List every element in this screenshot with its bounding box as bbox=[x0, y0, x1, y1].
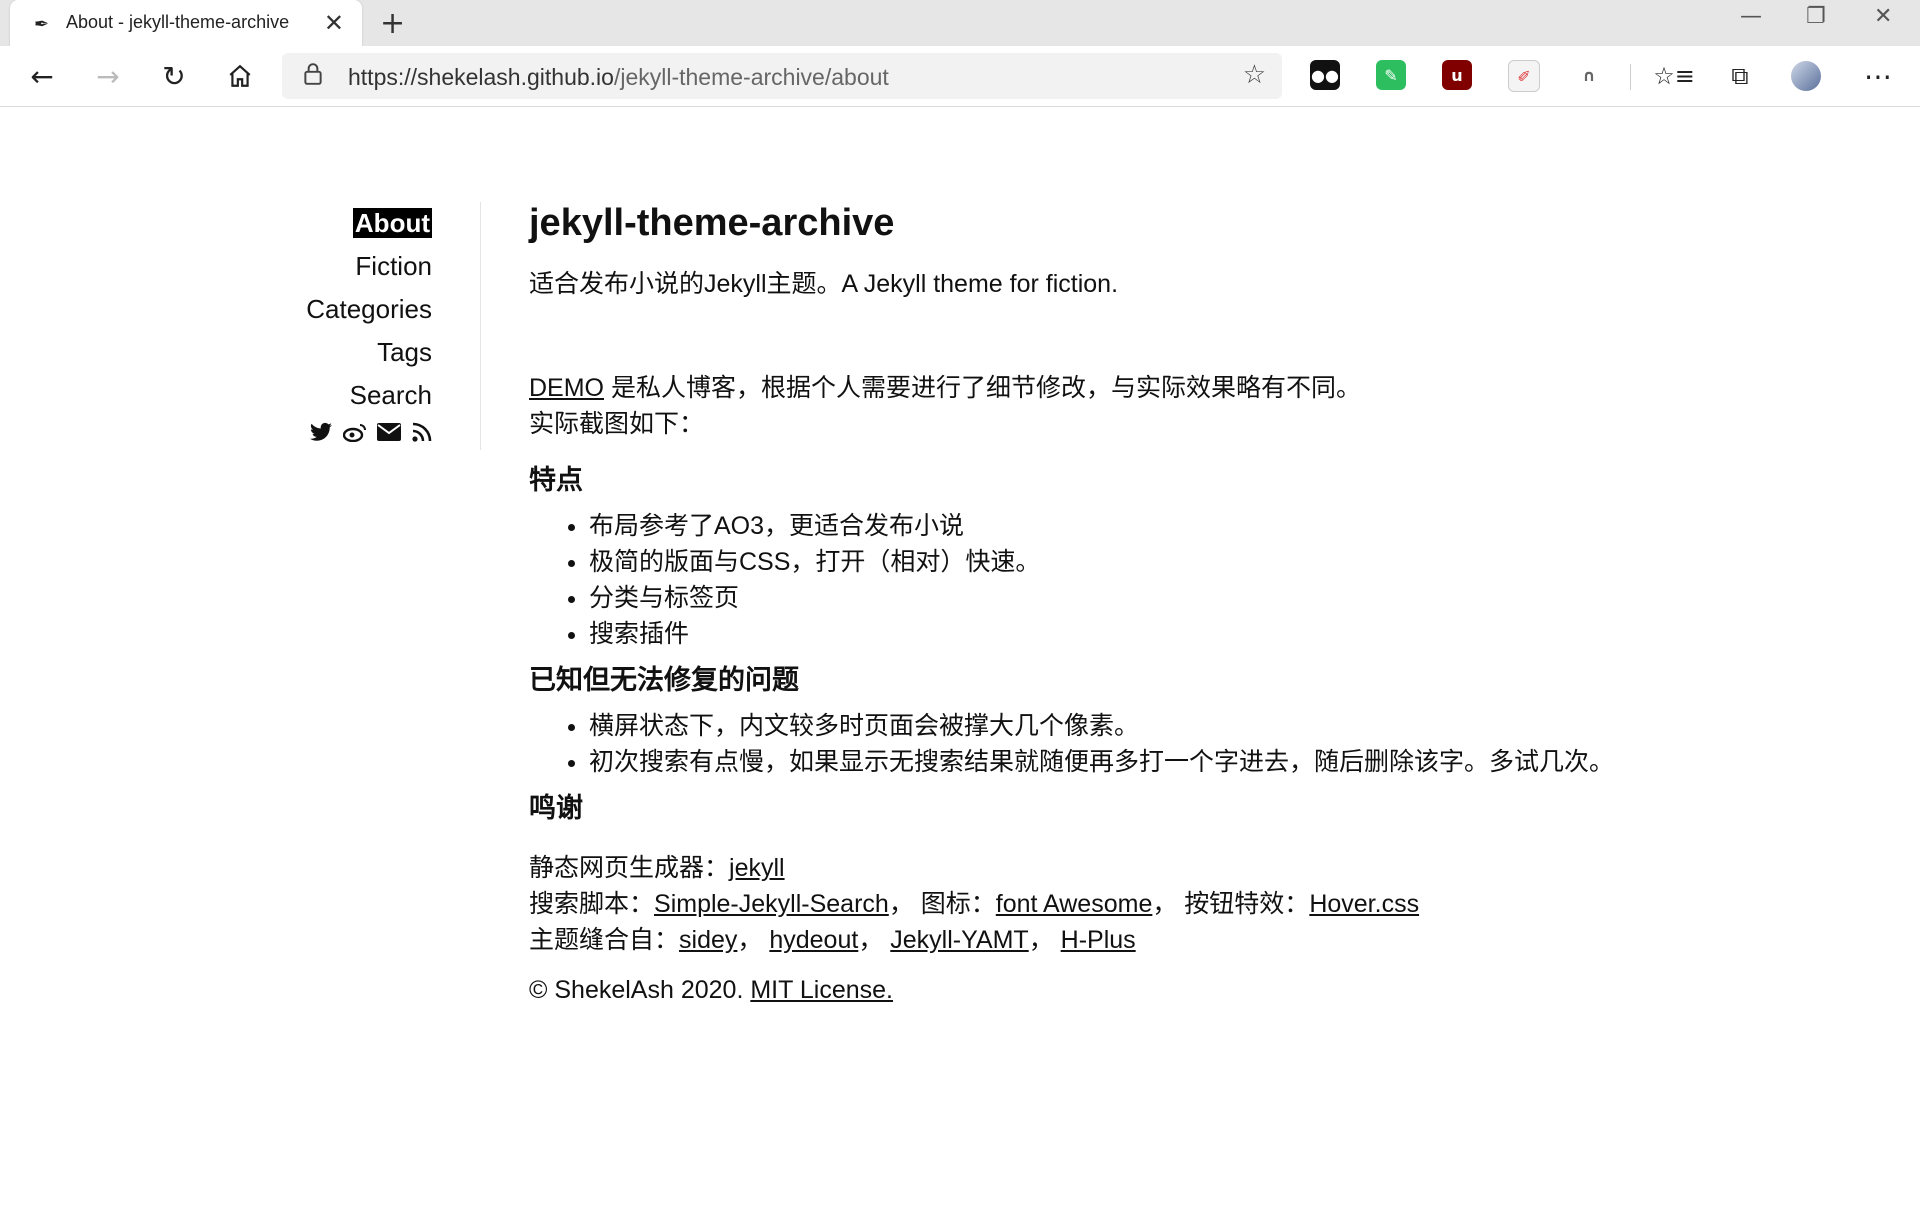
demo-link[interactable]: DEMO bbox=[529, 374, 604, 402]
h-plus-link[interactable]: H-Plus bbox=[1061, 926, 1136, 954]
home-icon bbox=[229, 64, 251, 87]
browser-tab-active[interactable]: ✒ About - jekyll-theme-archive ✕ bbox=[10, 0, 362, 47]
tab-title: About - jekyll-theme-archive bbox=[66, 12, 290, 32]
read-aloud-extension-icon[interactable]: ∩ bbox=[1574, 60, 1604, 90]
ublock-extension-icon[interactable]: u bbox=[1442, 60, 1472, 90]
home-button[interactable] bbox=[218, 54, 262, 98]
button-effect-label: ， 按钮特效： bbox=[1152, 890, 1310, 918]
thanks-heading: 鸣谢 bbox=[529, 793, 583, 823]
evernote-extension-icon[interactable]: ✎ bbox=[1376, 60, 1406, 90]
mit-license-link[interactable]: MIT License. bbox=[750, 976, 893, 1004]
search-label: 搜索脚本： bbox=[529, 890, 655, 918]
refresh-icon: ↻ bbox=[162, 59, 186, 93]
browser-toolbar: ← → ↻ https://shekelash.github.io/jekyll… bbox=[0, 46, 1920, 107]
window-close-icon[interactable]: ✕ bbox=[1874, 4, 1892, 29]
features-heading: 特点 bbox=[529, 465, 583, 495]
minimize-icon[interactable]: — bbox=[1740, 4, 1762, 29]
copyright-text: © ShekelAsh 2020. bbox=[529, 976, 751, 1004]
list-item: 搜索插件 bbox=[589, 616, 1629, 652]
issues-list: 横屏状态下，内文较多时页面会被撑大几个像素。 初次搜索有点慢，如果显示无搜索结果… bbox=[529, 708, 1629, 780]
search-line: 搜索脚本：Simple-Jekyll-Search， 图标：font Aweso… bbox=[529, 886, 1629, 922]
url-text: https://shekelash.github.io/jekyll-theme… bbox=[348, 64, 889, 91]
new-tab-button[interactable]: + bbox=[380, 6, 405, 41]
nav-item-label: Categories bbox=[306, 294, 432, 324]
demo-text: 是私人博客，根据个人需要进行了细节修改，与实际效果略有不同。 bbox=[604, 374, 1361, 402]
footer-copyright: © ShekelAsh 2020. MIT License. bbox=[529, 972, 1629, 1008]
back-button[interactable]: ← bbox=[20, 54, 64, 98]
page-title: jekyll-theme-archive bbox=[529, 202, 895, 244]
nav-item-label: Search bbox=[349, 380, 432, 410]
extension-4-icon[interactable]: ✐ bbox=[1508, 60, 1540, 92]
icon-label: ， 图标： bbox=[888, 890, 996, 918]
nav-item-search[interactable]: Search bbox=[290, 374, 432, 417]
url-host: https://shekelash.github.io bbox=[348, 64, 614, 90]
restore-icon[interactable]: ❐ bbox=[1806, 4, 1826, 29]
theme-label: 主题缝合自： bbox=[529, 926, 680, 954]
mail-icon[interactable] bbox=[377, 422, 402, 442]
theme-line: 主题缝合自：sidey， hydeout， Jekyll-YAMT， H-Plu… bbox=[529, 922, 1629, 958]
toolbar-separator bbox=[1630, 64, 1631, 90]
subtitle: 适合发布小说的Jekyll主题。A Jekyll theme for ficti… bbox=[529, 270, 1119, 298]
settings-menu-button[interactable]: ⋯ bbox=[1856, 54, 1900, 98]
simple-jekyll-search-link[interactable]: Simple-Jekyll-Search bbox=[654, 890, 889, 918]
generator-label: 静态网页生成器： bbox=[529, 854, 730, 882]
nav-item-about[interactable]: About bbox=[290, 202, 432, 245]
arrow-left-icon: ← bbox=[30, 59, 54, 93]
rss-icon[interactable] bbox=[412, 422, 432, 442]
main-content: jekyll-theme-archive 适合发布小说的Jekyll主题。A J… bbox=[529, 196, 1629, 1008]
font-awesome-link[interactable]: font Awesome bbox=[996, 890, 1153, 918]
nav-item-label: About bbox=[352, 208, 432, 238]
generator-line: 静态网页生成器：jekyll bbox=[529, 850, 1629, 886]
separator: ， bbox=[737, 926, 770, 954]
refresh-button[interactable]: ↻ bbox=[152, 54, 196, 98]
issues-heading: 已知但无法修复的问题 bbox=[529, 665, 799, 695]
favorites-button[interactable]: ☆≡ bbox=[1652, 54, 1696, 98]
address-bar[interactable]: https://shekelash.github.io/jekyll-theme… bbox=[282, 53, 1282, 99]
twitter-icon[interactable] bbox=[309, 422, 332, 442]
favorites-list-icon: ☆≡ bbox=[1653, 62, 1695, 90]
sidebar-divider bbox=[480, 202, 481, 450]
nav-item-fiction[interactable]: Fiction bbox=[290, 245, 432, 288]
screenshot-text: 实际截图如下： bbox=[529, 410, 705, 438]
avatar bbox=[1791, 61, 1821, 91]
demo-paragraph: DEMO 是私人博客，根据个人需要进行了细节修改，与实际效果略有不同。 bbox=[529, 370, 1629, 406]
separator: ， bbox=[1028, 926, 1061, 954]
favorite-star-icon[interactable]: ☆ bbox=[1243, 60, 1266, 90]
collections-icon: ⧉ bbox=[1731, 62, 1749, 90]
list-item: 初次搜索有点慢，如果显示无搜索结果就随便再多打一个字进去，随后删除该字。多试几次… bbox=[589, 744, 1629, 780]
list-item: 分类与标签页 bbox=[589, 580, 1629, 616]
url-path: /jekyll-theme-archive/about bbox=[613, 64, 889, 90]
collections-button[interactable]: ⧉ bbox=[1718, 54, 1762, 98]
nav-item-categories[interactable]: Categories bbox=[290, 288, 432, 331]
arrow-right-icon: → bbox=[96, 59, 120, 93]
jekyll-link[interactable]: jekyll bbox=[729, 854, 785, 882]
list-item: 横屏状态下，内文较多时页面会被撑大几个像素。 bbox=[589, 708, 1629, 744]
list-item: 布局参考了AO3，更适合发布小说 bbox=[589, 508, 1629, 544]
tab-strip: ✒ About - jekyll-theme-archive ✕ + — ❐ ✕ bbox=[0, 0, 1920, 47]
jekyll-yamt-link[interactable]: Jekyll-YAMT bbox=[890, 926, 1028, 954]
hover-css-link[interactable]: Hover.css bbox=[1309, 890, 1419, 918]
nav-item-tags[interactable]: Tags bbox=[290, 331, 432, 374]
nav-item-label: Tags bbox=[377, 337, 432, 367]
extension-1-icon[interactable]: ●● bbox=[1310, 60, 1340, 90]
features-list: 布局参考了AO3，更适合发布小说 极简的版面与CSS，打开（相对）快速。 分类与… bbox=[529, 508, 1629, 652]
hydeout-link[interactable]: hydeout bbox=[769, 926, 858, 954]
site-nav: About Fiction Categories Tags Search bbox=[290, 202, 432, 449]
tab-close-icon[interactable]: ✕ bbox=[324, 9, 344, 37]
more-dots-icon: ⋯ bbox=[1864, 59, 1892, 93]
forward-button[interactable]: → bbox=[86, 54, 130, 98]
separator: ， bbox=[858, 926, 891, 954]
nav-item-label: Fiction bbox=[355, 251, 432, 281]
social-links bbox=[290, 421, 432, 449]
list-item: 极简的版面与CSS，打开（相对）快速。 bbox=[589, 544, 1629, 580]
quill-favicon-icon: ✒ bbox=[34, 14, 50, 35]
weibo-icon[interactable] bbox=[342, 422, 367, 443]
profile-button[interactable] bbox=[1784, 54, 1828, 98]
sidey-link[interactable]: sidey bbox=[679, 926, 737, 954]
lock-icon bbox=[304, 63, 322, 85]
